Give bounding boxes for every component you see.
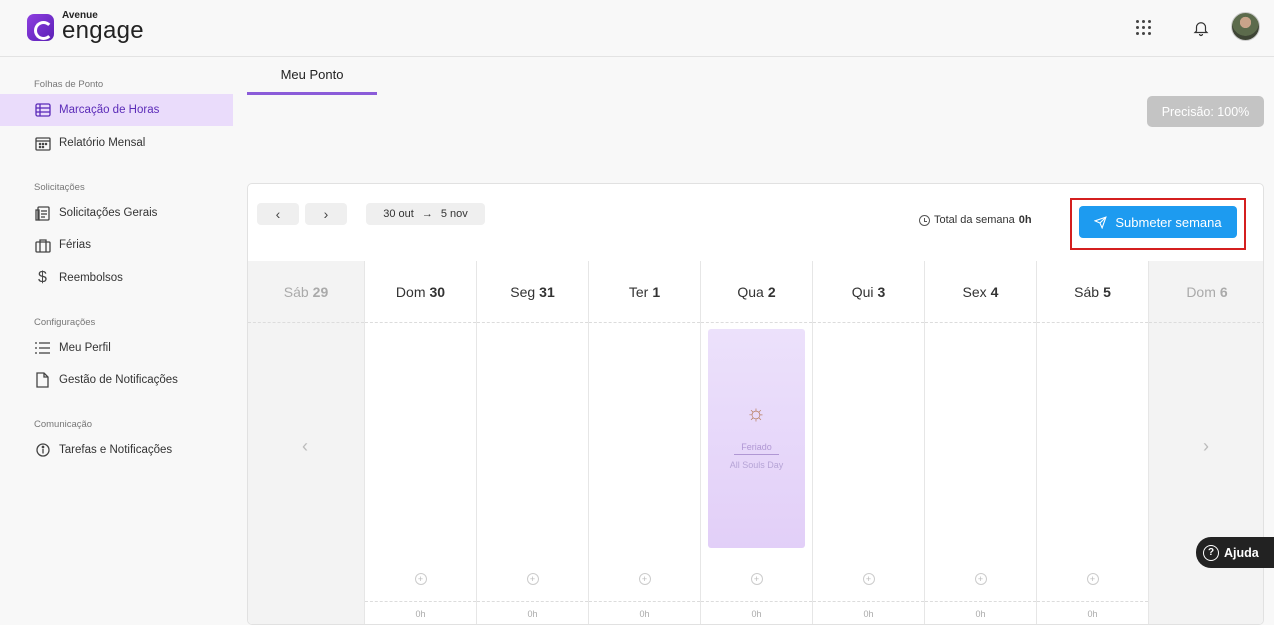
add-entry-icon[interactable]: + [638, 573, 651, 585]
arrow-right-icon: → [421, 208, 433, 220]
calendar-icon [34, 135, 51, 152]
sidebar-item-label: Tarefas e Notificações [59, 444, 173, 456]
add-entry-icon[interactable]: + [1086, 573, 1099, 585]
holiday-divider [734, 454, 779, 455]
day-hours: 0h [925, 601, 1036, 624]
user-avatar[interactable] [1231, 12, 1260, 41]
sidebar-item-label: Solicitações Gerais [59, 207, 158, 219]
sidebar-item-marcacao-de-horas[interactable]: Marcação de Horas [0, 94, 233, 126]
day-column: Ter 1 + 0h [589, 261, 701, 624]
question-icon: ? [1203, 544, 1219, 561]
sidebar-item-tarefas-e-notificacoes[interactable]: Tarefas e Notificações [0, 434, 233, 466]
day-column: Sáb 29 ‹ [248, 261, 365, 624]
sidebar-item-label: Férias [59, 239, 91, 251]
sidebar-item-relatorio-mensal[interactable]: Relatório Mensal [0, 127, 233, 159]
next-week-button[interactable]: › [305, 203, 347, 225]
day-column: Sáb 5 + 0h [1037, 261, 1149, 624]
day-header: Sex 4 [925, 261, 1036, 323]
timesheet-icon [34, 102, 51, 119]
submit-highlight: Submeter semana [1070, 198, 1246, 250]
sidebar-item-label: Relatório Mensal [59, 137, 146, 149]
add-entry-icon[interactable]: + [526, 573, 539, 585]
days-grid: Sáb 29 ‹ Dom 30 + 0h Seg 31 + 0h Ter 1 + 0h … [248, 261, 1263, 624]
day-column: Dom 30 + 0h [365, 261, 477, 624]
sidebar-item-label: Gestão de Notificações [59, 374, 178, 386]
day-hours: 0h [1037, 601, 1148, 624]
chevron-right-icon: › [323, 206, 329, 222]
sidebar-item-label: Meu Perfil [59, 342, 111, 354]
day-hours: 0h [477, 601, 588, 624]
week-range[interactable]: 30 out → 5 nov [366, 203, 485, 225]
prev-week-button[interactable]: ‹ [257, 203, 299, 225]
sidebar-item-reembolsos[interactable]: $ Reembolsos [0, 262, 233, 294]
forms-icon [34, 205, 51, 222]
holiday-card: ☼ Feriado All Souls Day [708, 329, 805, 548]
day-column: Qui 3 + 0h [813, 261, 925, 624]
week-card: ‹ › 30 out → 5 nov Total da semana 0h Su… [247, 183, 1264, 625]
app-logo[interactable]: Avenue engage [27, 11, 144, 43]
info-icon [34, 442, 51, 459]
day-column: Qua 2 ☼ Feriado All Souls Day + 0h [701, 261, 813, 624]
sidebar-item-solicitacoes-gerais[interactable]: Solicitações Gerais [0, 197, 233, 229]
day-header: Qua 2 [701, 261, 812, 323]
holiday-title: Feriado [741, 442, 772, 452]
day-hours: 0h [365, 601, 476, 624]
document-icon [34, 372, 51, 389]
list-icon [34, 340, 51, 357]
range-start: 30 out [383, 208, 414, 220]
logo-big-text: engage [62, 17, 144, 44]
add-entry-icon[interactable]: + [974, 573, 987, 585]
week-total: Total da semana 0h [919, 214, 1032, 226]
day-header: Sáb 5 [1037, 261, 1148, 323]
day-header: Dom 30 [365, 261, 476, 323]
sidebar-section-title: Comunicação [34, 419, 93, 430]
day-header: Qui 3 [813, 261, 924, 323]
day-hours: 0h [813, 601, 924, 624]
holiday-name: All Souls Day [729, 460, 784, 470]
precision-badge: Precisão: 100% [1147, 96, 1264, 127]
sidebar-section-title: Folhas de Ponto [34, 79, 104, 90]
chevron-right-icon[interactable]: › [1203, 436, 1209, 457]
total-label: Total da semana [934, 214, 1015, 226]
tab-meu-ponto[interactable]: Meu Ponto [247, 57, 377, 95]
day-hours: 0h [589, 601, 700, 624]
day-hours: 0h [701, 601, 812, 624]
dollar-icon: $ [38, 269, 47, 286]
sidebar-section-title: Configurações [34, 317, 96, 328]
sidebar-item-gestao-de-notificacoes[interactable]: Gestão de Notificações [0, 364, 233, 396]
sun-icon: ☼ [745, 400, 767, 425]
help-label: Ajuda [1224, 545, 1259, 560]
sidebar-item-label: Reembolsos [59, 272, 123, 284]
help-button[interactable]: ? Ajuda [1196, 537, 1274, 568]
chevron-left-icon[interactable]: ‹ [302, 436, 308, 457]
day-column: Seg 31 + 0h [477, 261, 589, 624]
logo-icon [27, 13, 54, 41]
sidebar-item-ferias[interactable]: Férias [0, 229, 233, 261]
add-entry-icon[interactable]: + [750, 573, 763, 585]
sidebar-item-meu-perfil[interactable]: Meu Perfil [0, 332, 233, 364]
chevron-left-icon: ‹ [275, 206, 281, 222]
day-header: Seg 31 [477, 261, 588, 323]
suitcase-icon [34, 237, 51, 254]
day-column: Dom 6 › [1149, 261, 1263, 624]
sidebar-item-label: Marcação de Horas [59, 104, 160, 116]
submit-week-label: Submeter semana [1115, 214, 1222, 230]
range-end: 5 nov [440, 208, 468, 220]
apps-grid-icon[interactable] [1136, 20, 1151, 35]
add-entry-icon[interactable]: + [414, 573, 427, 585]
bell-icon[interactable] [1189, 16, 1213, 40]
day-header: Ter 1 [589, 261, 700, 323]
add-entry-icon[interactable]: + [862, 573, 875, 585]
day-header: Dom 6 [1149, 261, 1263, 323]
sidebar-section-title: Solicitações [34, 182, 85, 193]
day-header: Sáb 29 [248, 261, 364, 323]
send-icon [1094, 215, 1108, 229]
sidebar: Folhas de Ponto Marcação de Horas Relató… [0, 57, 233, 625]
total-value: 0h [1018, 214, 1032, 226]
day-column: Sex 4 + 0h [925, 261, 1037, 624]
submit-week-button[interactable]: Submeter semana [1079, 206, 1237, 238]
top-header: Avenue engage [0, 0, 1274, 57]
clock-icon [919, 214, 930, 226]
